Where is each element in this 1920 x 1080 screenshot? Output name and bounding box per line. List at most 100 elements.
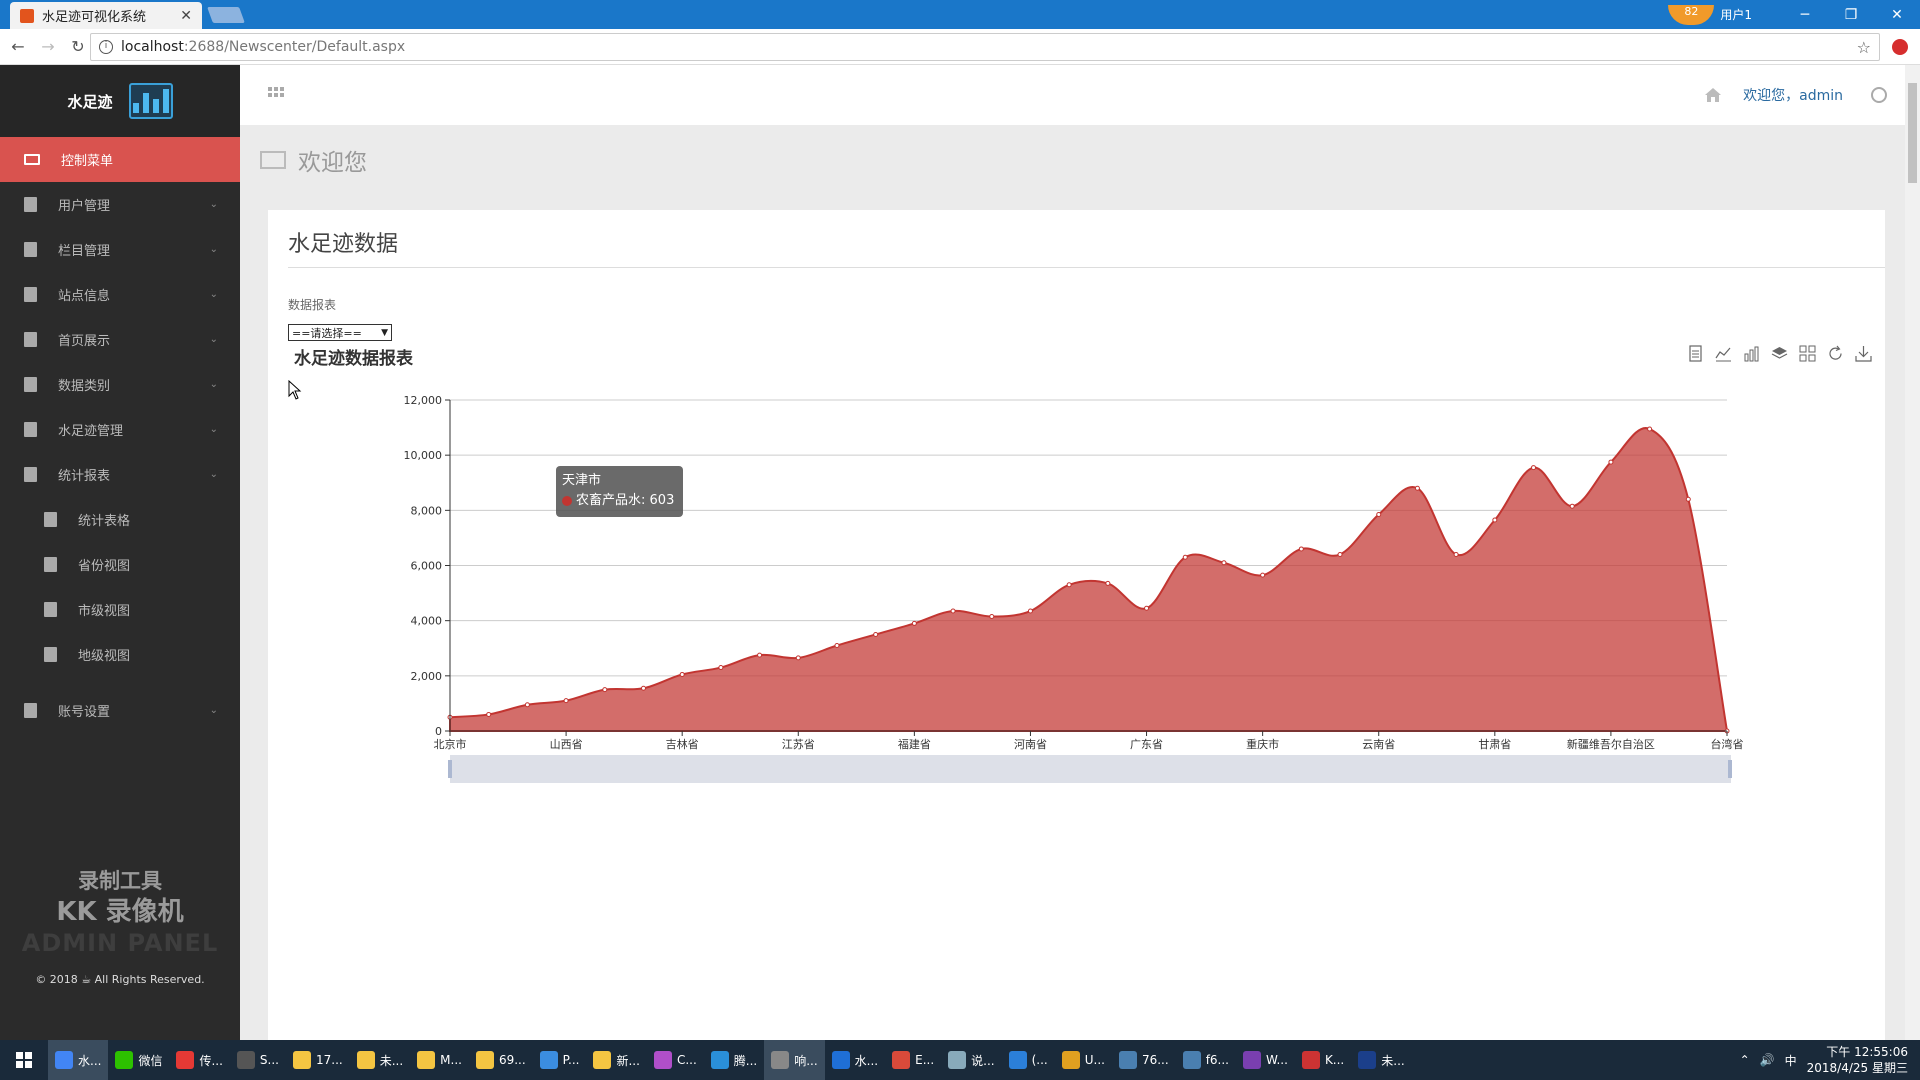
tooltip-title: 天津市 [562,473,602,488]
taskbar-app[interactable]: (... [1002,1040,1055,1080]
home-icon[interactable] [1705,88,1722,102]
sidebar-item-users[interactable]: 用户管理 ⌄ [0,182,240,227]
taskbar-app[interactable]: 未... [350,1040,410,1080]
reload-icon[interactable]: ↻ [66,37,90,56]
grid-menu-icon[interactable] [268,87,284,101]
extension-icon[interactable] [1892,39,1908,55]
sidebar-item-reports[interactable]: 统计报表 ⌄ [0,452,240,497]
brand[interactable]: 水足迹 [0,65,240,137]
taskbar-app[interactable]: 新... [586,1040,646,1080]
tab-title: 水足迹可视化系统 [42,10,147,25]
taskbar-app[interactable]: 微信 [108,1040,169,1080]
clock-date: 2018/4/25 星期三 [1806,1061,1908,1075]
taskbar-app-label: (... [1031,1053,1048,1067]
sidebar-subitem-prefecture[interactable]: 地级视图 [0,632,240,677]
download-icon[interactable] [1854,344,1873,363]
mouse-cursor-icon [288,380,302,400]
bar-switch-icon[interactable] [1742,344,1761,363]
taskbar: 水... 微信 传... S... 17... 未... M... 69... P... 新...… [0,1040,1920,1080]
taskbar-app[interactable]: M... [410,1040,469,1080]
start-button[interactable] [0,1040,48,1080]
taskbar-app[interactable]: 腾... [704,1040,764,1080]
sidebar-item-control-menu[interactable]: 控制菜单 [0,137,240,182]
minimize-icon[interactable]: ─ [1782,7,1828,23]
sidebar-subitem-province[interactable]: 省份视图 [0,542,240,587]
sidebar-item-account[interactable]: 账号设置 ⌄ [0,688,240,733]
report-select[interactable]: ==请选择== ▼ [288,324,392,341]
sidebar-item-columns[interactable]: 栏目管理 ⌄ [0,227,240,272]
taskbar-app[interactable]: 69... [469,1040,533,1080]
sidebar-subitem-city[interactable]: 市级视图 [0,587,240,632]
sidebar-item-site-info[interactable]: 站点信息 ⌄ [0,272,240,317]
file-icon [24,332,37,347]
url-field[interactable]: i localhost:2688/Newscenter/Default.aspx… [90,33,1880,61]
back-icon[interactable]: ← [6,37,30,56]
app-icon [948,1051,967,1069]
app-icon [710,1051,729,1069]
browser-tab[interactable]: 水足迹可视化系统 ✕ [10,2,202,29]
close-window-icon[interactable]: ✕ [1874,7,1920,23]
page-scrollbar[interactable] [1905,65,1920,1040]
file-icon [24,703,37,718]
chevron-down-icon: ⌄ [209,199,218,210]
taskbar-app[interactable]: 76... [1112,1040,1176,1080]
volume-icon[interactable]: 🔊 [1760,1053,1775,1067]
data-view-icon[interactable] [1686,344,1705,363]
bookmark-star-icon[interactable]: ☆ [1857,38,1871,57]
stack-icon[interactable] [1770,344,1789,363]
sidebar-item-data-category[interactable]: 数据类别 ⌄ [0,362,240,407]
windows-logo-icon [16,1052,32,1068]
welcome-user[interactable]: 欢迎您，admin [1743,85,1843,105]
power-icon[interactable] [1871,87,1887,103]
ime-indicator[interactable]: 中 [1785,1052,1797,1069]
taskbar-app[interactable]: S... [230,1040,286,1080]
watermark-line: KK 录像机 [56,897,184,927]
taskbar-app-label: 响... [794,1053,818,1068]
sidebar-subitem-label: 地级视图 [78,649,131,664]
app-icon [1243,1051,1261,1069]
taskbar-app-label: 17... [315,1053,343,1067]
tooltip-row: 农畜产品水: 603 [562,491,677,511]
clock[interactable]: 下午 12:55:06 2018/4/25 星期三 [1807,1044,1908,1076]
taskbar-app[interactable]: 水... [48,1040,109,1080]
info-icon[interactable]: i [99,40,113,54]
line-switch-icon[interactable] [1714,344,1733,363]
tray-up-arrow-icon[interactable]: ⌃ [1740,1053,1750,1067]
taskbar-app[interactable]: W... [1236,1040,1295,1080]
scrollbar-thumb[interactable] [1908,83,1917,183]
chevron-down-icon: ⌄ [209,705,218,716]
app-icon [1118,1051,1137,1069]
taskbar-app-label: 微信 [138,1053,163,1068]
app-icon [653,1051,672,1069]
forward-icon[interactable]: → [36,37,60,56]
sidebar-item-homepage[interactable]: 首页展示 ⌄ [0,317,240,362]
taskbar-app[interactable]: f6... [1176,1040,1236,1080]
taskbar-app[interactable]: K... [1295,1040,1351,1080]
sidebar-subitem-table[interactable]: 统计表格 [0,497,240,542]
report-select-value: ==请选择== [292,326,362,340]
refresh-icon[interactable] [1826,344,1845,363]
taskbar-apps: 水... 微信 传... S... 17... 未... M... 69... P... 新...… [48,1040,1412,1080]
taskbar-app[interactable]: C... [647,1040,704,1080]
taskbar-app[interactable]: 未... [1351,1040,1411,1080]
tab-close-icon[interactable]: ✕ [180,8,192,24]
chevron-down-icon: ⌄ [209,289,218,300]
taskbar-app[interactable]: E... [885,1040,941,1080]
taskbar-app[interactable]: 水... [825,1040,885,1080]
sidebar: 水足迹 控制菜单 用户管理 ⌄ 栏目管理 ⌄ 站点信息 ⌄ 首页展示 ⌄ 数据类… [0,65,240,1040]
tooltip-colon: : [641,493,650,508]
taskbar-app[interactable]: P... [533,1040,587,1080]
restore-icon[interactable]: ❐ [1828,7,1874,23]
chart-title: 水足迹数据报表 [294,349,413,369]
taskbar-app-label: U... [1084,1053,1105,1067]
taskbar-app[interactable]: 说... [941,1040,1001,1080]
taskbar-app[interactable]: U... [1055,1040,1112,1080]
browser-user[interactable]: 82 用户1 [1668,4,1752,25]
new-tab-button[interactable] [207,7,245,23]
app-icon [1301,1051,1320,1069]
taskbar-app[interactable]: 17... [286,1040,350,1080]
tiled-icon[interactable] [1798,344,1817,363]
sidebar-item-water-footprint[interactable]: 水足迹管理 ⌄ [0,407,240,452]
taskbar-app[interactable]: 响... [764,1040,825,1080]
taskbar-app[interactable]: 传... [169,1040,229,1080]
